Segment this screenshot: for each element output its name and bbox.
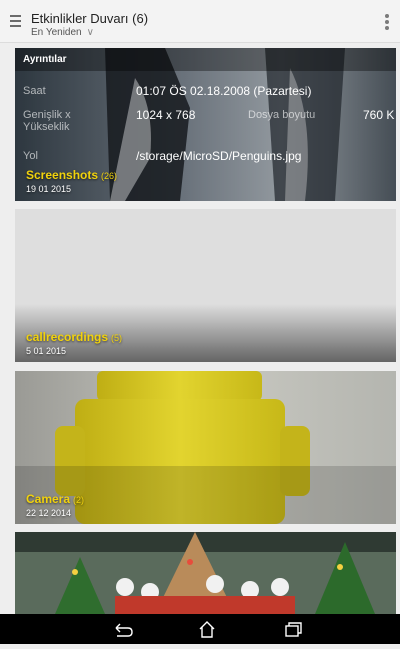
album-title: Screenshots (26): [26, 168, 117, 182]
album-count: (26): [101, 171, 118, 181]
home-icon[interactable]: [182, 614, 232, 644]
details-header: Ayrıntılar: [15, 48, 396, 71]
time-value: 01:07 ÖS 02.18.2008 (Pazartesi): [136, 84, 312, 98]
system-navigation-bar: [0, 614, 400, 644]
album-thumbnail: [15, 532, 396, 614]
file-size-value: 760 K: [363, 108, 395, 122]
app-bar: Etkinlikler Duvarı (6) En Yeniden ∨: [0, 0, 400, 43]
file-size-label: Dosya boyutu: [248, 109, 316, 121]
album-count: (5): [111, 333, 123, 343]
back-icon[interactable]: [97, 614, 147, 644]
path-label: Yol: [23, 150, 38, 162]
album-card-callrecordings[interactable]: callrecordings (5) 5 01 2015: [15, 209, 396, 362]
album-title: Camera (2): [26, 492, 84, 506]
album-date: 5 01 2015: [26, 346, 67, 356]
dimensions-value: 1024 x 768: [136, 108, 196, 122]
album-card-camera[interactable]: Camera (2) 22 12 2014: [15, 371, 396, 524]
overflow-menu-icon[interactable]: [385, 14, 389, 30]
album-date: 19 01 2015: [26, 184, 72, 194]
sort-dropdown[interactable]: En Yeniden ∨: [31, 27, 94, 38]
album-title: callrecordings (5): [26, 330, 122, 344]
album-card-screenshots[interactable]: Ayrıntılar Saat 01:07 ÖS 02.18.2008 (Paz…: [15, 48, 396, 201]
time-label: Saat: [23, 85, 46, 97]
path-value: /storage/MicroSD/Penguins.jpg: [136, 149, 302, 163]
album-date: 22 12 2014: [26, 508, 72, 518]
dimensions-label-line1: Genişlik x: [23, 109, 71, 121]
sort-label: En Yeniden: [31, 27, 82, 38]
album-name: Camera: [26, 492, 71, 506]
chevron-down-icon: ∨: [86, 27, 94, 38]
album-name: Screenshots: [26, 168, 99, 182]
dimensions-label-line2: Yükseklik: [23, 121, 70, 133]
recent-apps-icon[interactable]: [267, 614, 317, 644]
album-name: callrecordings: [26, 330, 109, 344]
page-title: Etkinlikler Duvarı (6): [31, 11, 149, 26]
details-heading: Ayrıntılar: [23, 54, 67, 65]
album-card-partial[interactable]: [15, 532, 396, 614]
album-count: (2): [73, 495, 85, 505]
menu-icon[interactable]: [10, 15, 21, 28]
